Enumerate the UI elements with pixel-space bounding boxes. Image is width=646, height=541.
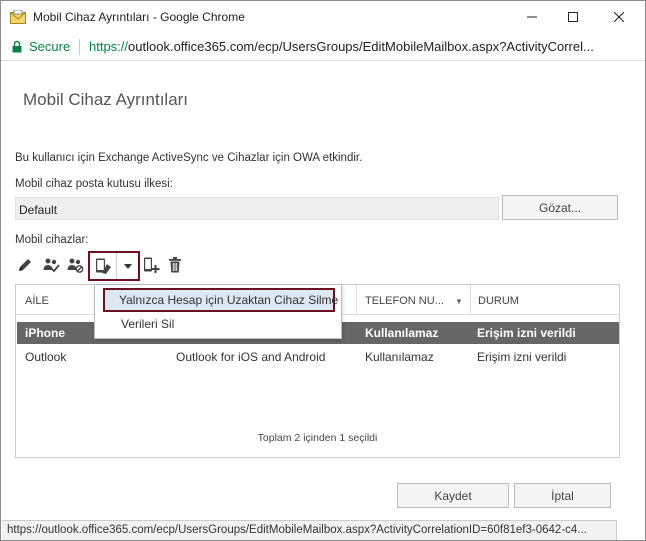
wipe-device-icon[interactable]	[94, 257, 112, 275]
delete-trash-icon[interactable]	[166, 256, 184, 274]
envelope-app-icon	[10, 10, 26, 24]
activesync-description: Bu kullanıcı için Exchange ActiveSync ve…	[15, 152, 363, 164]
column-separator	[356, 285, 357, 315]
maximize-button[interactable]	[550, 1, 596, 33]
policy-field: Default	[15, 197, 499, 220]
cell-status: Erişim izni verildi	[477, 326, 576, 340]
url-scheme: https://	[89, 39, 129, 54]
close-icon	[614, 12, 624, 22]
save-button[interactable]: Kaydet	[397, 483, 509, 508]
grid-selection-count: Toplam 2 içinden 1 seçildi	[257, 432, 378, 444]
wipe-dropdown-toggle[interactable]	[116, 253, 138, 279]
close-button[interactable]	[596, 1, 642, 33]
cell-status[interactable]: Erişim izni verildi	[477, 350, 566, 364]
column-header-phone[interactable]: TELEFON NU...	[365, 295, 444, 307]
minimize-icon	[527, 16, 537, 18]
maximize-icon	[568, 12, 578, 22]
cell-family: iPhone	[25, 326, 66, 340]
column-header-family[interactable]: AİLE	[25, 295, 49, 307]
window-title: Mobil Cihaz Ayrıntıları - Google Chrome	[33, 10, 245, 24]
column-separator	[470, 285, 471, 315]
url-rest: outlook.office365.com/ecp/UsersGroups/Ed…	[128, 39, 594, 54]
chrome-window: Mobil Cihaz Ayrıntıları - Google Chrome …	[0, 0, 646, 541]
add-device-icon[interactable]	[142, 256, 160, 274]
edit-pencil-icon[interactable]	[16, 256, 34, 274]
devices-label: Mobil cihazlar:	[15, 234, 89, 246]
address-separator	[79, 39, 80, 55]
status-bar-url: https://outlook.office365.com/ecp/UsersG…	[2, 520, 617, 540]
cell-model[interactable]: Outlook for iOS and Android	[176, 350, 325, 364]
cell-phone[interactable]: Kullanılamaz	[365, 350, 434, 364]
url-text: https://outlook.office365.com/ecp/UsersG…	[89, 39, 639, 54]
cell-family[interactable]: Outlook	[25, 350, 66, 364]
lock-icon	[12, 40, 22, 53]
wipe-dropdown-menu: Yalnızca Hesap için Uzaktan Cihaz Silme …	[94, 284, 342, 339]
menu-item-wipe-data[interactable]: Verileri Sil	[121, 317, 174, 331]
page-title: Mobil Cihaz Ayrıntıları	[23, 90, 189, 109]
cell-phone: Kullanılamaz	[365, 326, 439, 340]
title-bar: Mobil Cihaz Ayrıntıları - Google Chrome	[1, 1, 645, 33]
browse-button[interactable]: Gözat...	[502, 195, 618, 220]
minimize-button[interactable]	[509, 1, 555, 33]
cancel-button[interactable]: İptal	[514, 483, 611, 508]
wipe-device-split-button	[88, 251, 140, 281]
policy-label: Mobil cihaz posta kutusu ilkesi:	[15, 178, 173, 190]
block-device-icon[interactable]	[66, 256, 84, 274]
secure-label: Secure	[29, 39, 71, 54]
allow-device-icon[interactable]	[42, 256, 60, 274]
menu-item-account-only-wipe[interactable]: Yalnızca Hesap için Uzaktan Cihaz Silme	[103, 288, 338, 312]
address-bar[interactable]: Secure https://outlook.office365.com/ecp…	[1, 33, 645, 61]
column-header-status[interactable]: DURUM	[478, 295, 519, 307]
chevron-down-icon	[123, 263, 132, 269]
sort-arrow-icon[interactable]: ▼	[455, 297, 463, 306]
